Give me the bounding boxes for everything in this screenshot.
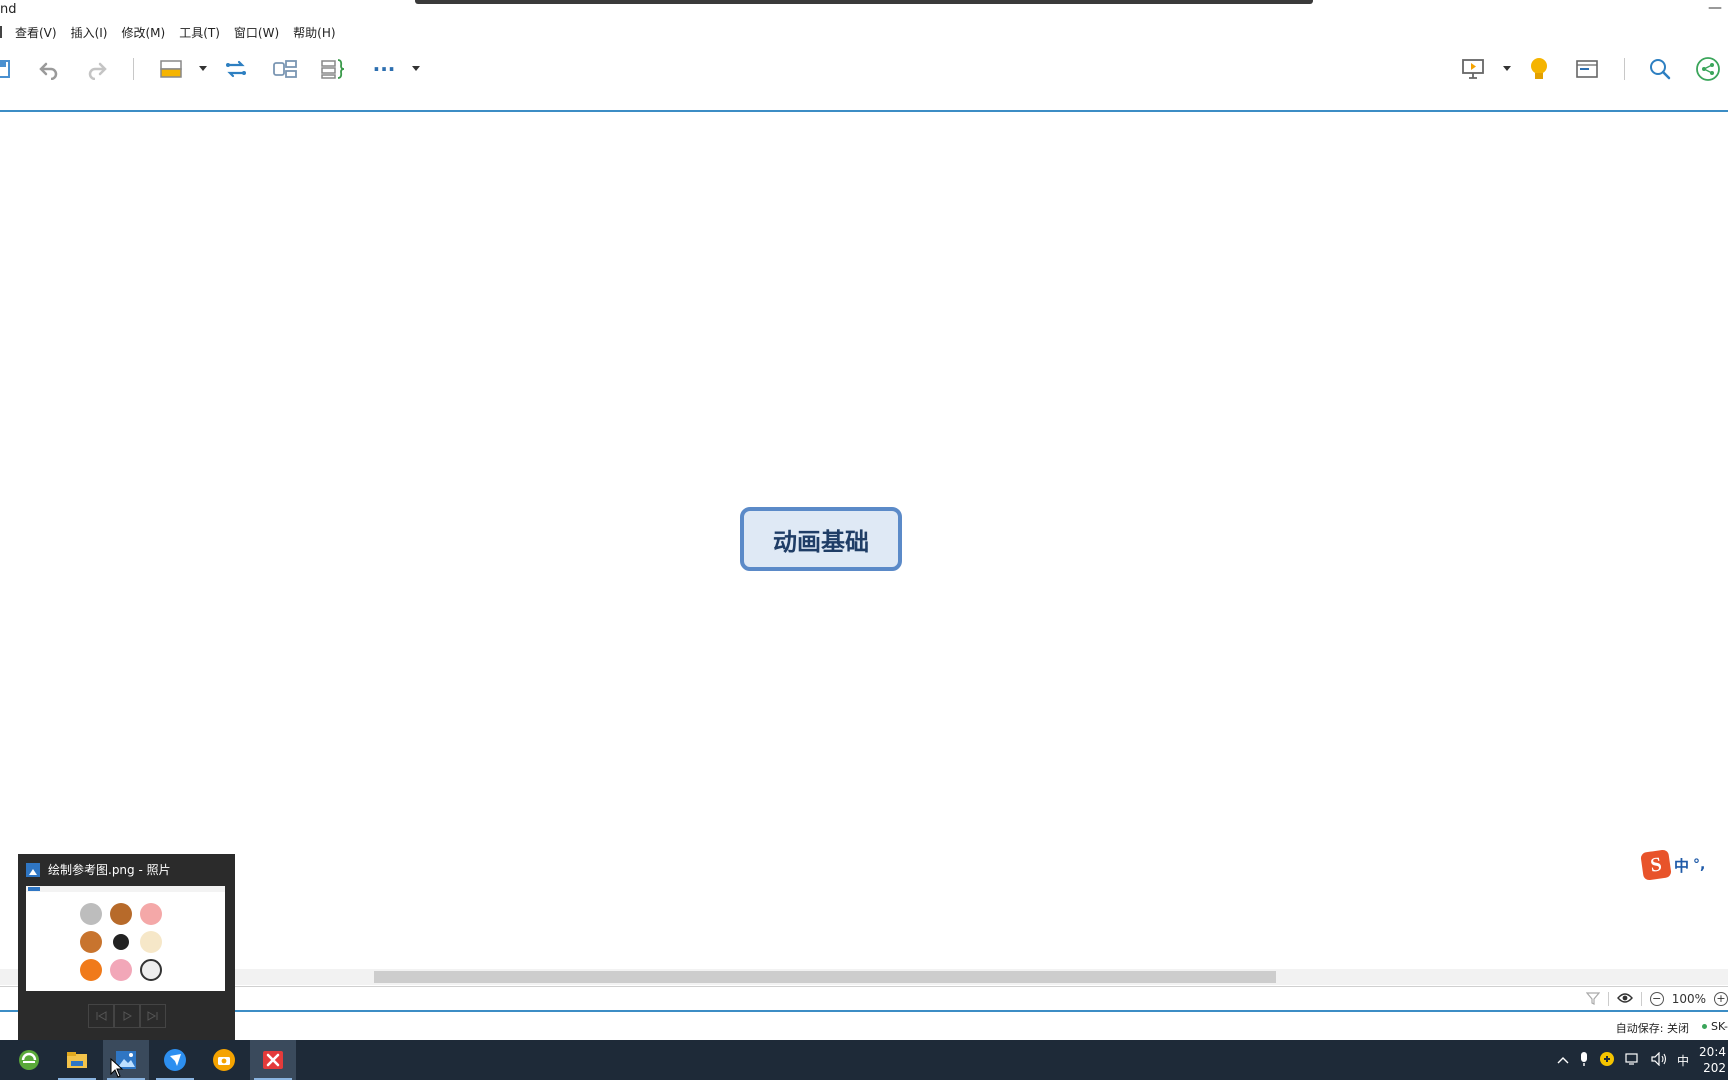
status-divider [1640, 992, 1642, 1006]
zoom-level[interactable]: 100% [1672, 992, 1706, 1006]
ime-toolbar[interactable]: S 中 °, [1640, 849, 1705, 881]
system-tray: 中 20:4 202 [1557, 1040, 1728, 1080]
preview-media-controls [88, 1004, 166, 1028]
preview-title: 绘制参考图.png - 照片 [48, 863, 171, 877]
autosave-status[interactable]: 自动保存: 关闭 [1616, 1020, 1689, 1036]
sogou-logo-icon: S [1640, 849, 1672, 881]
input-mode-indicator[interactable]: 中 [1677, 1052, 1689, 1069]
save-status-bar: 自动保存: 关闭 SK- [0, 1013, 1728, 1039]
zoom-in-button[interactable]: + [1714, 992, 1728, 1006]
clock-date: 202 [1703, 1061, 1726, 1075]
play-icon[interactable] [114, 1004, 140, 1028]
file-explorer-app[interactable] [54, 1040, 100, 1080]
status-bar: − 100% + [0, 986, 1728, 1011]
menu-view[interactable]: 查看(V) [8, 24, 64, 41]
lion-icon [80, 959, 102, 981]
more-icon[interactable]: ··· [369, 54, 399, 84]
undo-icon[interactable] [34, 54, 64, 84]
rabbit-icon [140, 931, 162, 953]
account-status[interactable]: SK- [1701, 1020, 1728, 1033]
microphone-icon[interactable] [1579, 1051, 1589, 1070]
chevron-up-icon[interactable] [1557, 1053, 1569, 1067]
taskbar: 中 20:4 202 [0, 1040, 1728, 1080]
topic-style-icon[interactable] [156, 54, 186, 84]
menu-insert[interactable]: 插入(I) [64, 24, 115, 41]
bear-icon [110, 903, 132, 925]
camera-app[interactable] [201, 1040, 247, 1080]
account-label: SK- [1710, 1020, 1728, 1033]
photos-icon [26, 862, 40, 877]
taskbar-preview-popup[interactable]: 绘制参考图.png - 照片 [18, 854, 235, 1040]
xmind-app[interactable] [250, 1040, 296, 1080]
boundary-icon[interactable] [318, 54, 348, 84]
share-icon[interactable] [1693, 54, 1723, 84]
zoom-out-button[interactable]: − [1649, 992, 1664, 1006]
window-title: nd [0, 2, 17, 17]
volume-icon[interactable] [1651, 1051, 1667, 1069]
filter-icon[interactable] [1585, 991, 1600, 1008]
status-divider [1607, 992, 1609, 1006]
search-icon[interactable] [1645, 54, 1675, 84]
menu-window[interactable]: 窗口(W) [227, 24, 286, 41]
panda-icon [140, 959, 162, 981]
menu-bar: 查看(V) 插入(I) 修改(M) 工具(T) 窗口(W) 帮助(H) [0, 21, 1728, 43]
outline-view-icon[interactable] [1572, 54, 1602, 84]
mouse-cursor-icon [110, 1057, 124, 1082]
ime-punctuation[interactable]: °, [1693, 857, 1705, 873]
horizontal-scrollbar[interactable] [0, 969, 1728, 985]
clock[interactable]: 20:4 202 [1699, 1044, 1726, 1076]
clock-time: 20:4 [1699, 1045, 1726, 1059]
minimize-button[interactable]: — [1708, 0, 1722, 16]
dog-icon [80, 931, 102, 953]
menu-help[interactable]: 帮助(H) [286, 24, 342, 41]
pig-icon [140, 903, 162, 925]
thumbnail-toolbar [26, 886, 225, 892]
vpn-icon[interactable] [1599, 1051, 1615, 1070]
status-accent-line [0, 1010, 1728, 1012]
chevron-down-icon[interactable] [1503, 66, 1511, 71]
summary-icon[interactable] [270, 54, 300, 84]
eye-icon[interactable] [1616, 992, 1633, 1007]
relationship-icon[interactable] [221, 54, 251, 84]
title-bar: nd — [0, 0, 1728, 20]
chevron-down-icon[interactable] [412, 66, 420, 71]
feishu-app[interactable] [152, 1040, 198, 1080]
toolbar-divider [133, 58, 134, 80]
idea-bulb-icon[interactable] [1524, 54, 1554, 84]
koala-icon [80, 903, 102, 925]
toolbar: ··· [0, 44, 1728, 112]
menu-tools[interactable]: 工具(T) [172, 24, 227, 41]
online-dot-icon [1701, 1024, 1707, 1029]
browser-app[interactable] [6, 1040, 52, 1080]
menu-edge [0, 26, 2, 38]
redo-icon[interactable] [82, 54, 112, 84]
previous-icon[interactable] [88, 1004, 114, 1028]
menu-modify[interactable]: 修改(M) [114, 24, 172, 41]
central-topic[interactable]: 动画基础 [740, 507, 902, 571]
toolbar-divider [1624, 58, 1625, 80]
preview-title-row: 绘制参考图.png - 照片 [26, 861, 171, 878]
penguin-icon [110, 931, 132, 953]
network-icon[interactable] [1625, 1052, 1641, 1069]
save-icon[interactable] [0, 54, 18, 84]
presentation-icon[interactable] [1458, 54, 1488, 84]
chevron-down-icon[interactable] [199, 66, 207, 71]
scrollbar-thumb[interactable] [374, 971, 1276, 983]
top-overlay-shadow [415, 0, 1313, 4]
next-icon[interactable] [140, 1004, 166, 1028]
hippo-icon [110, 959, 132, 981]
ime-mode[interactable]: 中 [1674, 855, 1689, 876]
preview-thumbnail[interactable] [26, 886, 225, 991]
